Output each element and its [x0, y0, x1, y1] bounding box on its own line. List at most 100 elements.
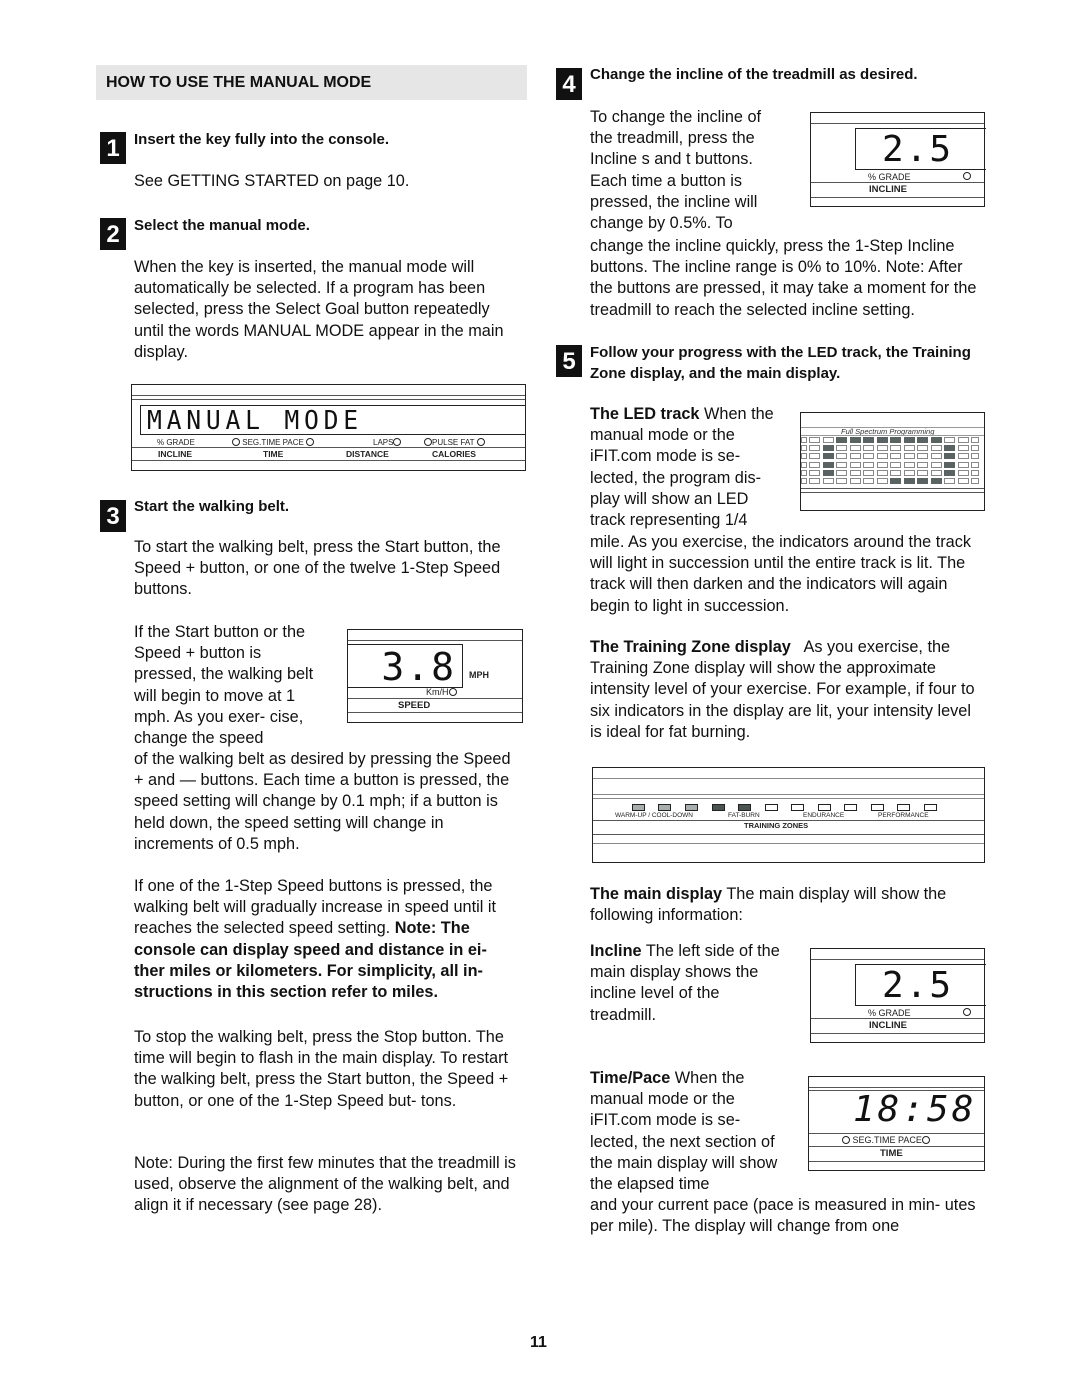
- grade-indicator-icon-2: [963, 1008, 971, 1017]
- led-cell: [890, 469, 901, 476]
- led-cell: [957, 469, 969, 476]
- led-cell: [863, 478, 874, 484]
- main-display-panel: MANUAL MODE % GRADE SEG.TIME PACE LAPS P…: [131, 384, 526, 471]
- led-cell: [890, 461, 901, 468]
- led-cell: [944, 437, 955, 443]
- led-cell: [809, 453, 820, 460]
- led-cell-edge: [801, 478, 807, 484]
- incline-readout: 2.5: [882, 129, 954, 170]
- led-track-text-cont: mile. As you exercise, the indicators ar…: [590, 533, 971, 615]
- led-cell-edge: [971, 453, 979, 460]
- incline-display-panel: 2.5 % GRADE INCLINE: [810, 112, 986, 207]
- led-cell: [917, 437, 928, 443]
- led-cell: [944, 478, 955, 484]
- led-cell: [917, 453, 928, 460]
- led-track-panel: Full Spectrum Programming: [800, 412, 985, 511]
- step-3-para-6: Note: During the first few minutes that …: [134, 1154, 516, 1215]
- pulse-fat-label: PULSE FAT: [424, 438, 485, 447]
- step-3-para-3: of the walking belt as desired by pressi…: [134, 750, 511, 853]
- incline-section-label: INCLINE: [869, 184, 907, 195]
- training-zone-led: [871, 804, 884, 811]
- led-cell: [944, 461, 955, 468]
- incline-section-label: INCLINE: [158, 449, 192, 459]
- led-cell: [822, 453, 834, 460]
- grade-indicator-icon: [963, 172, 971, 181]
- time-section-label: TIME: [880, 1148, 903, 1159]
- section-title: HOW TO USE THE MANUAL MODE: [106, 74, 372, 91]
- zone-performance-label: PERFORMANCE: [878, 812, 929, 819]
- distance-section-label: DISTANCE: [346, 449, 389, 459]
- training-zone-led: [658, 804, 671, 811]
- led-cell: [863, 445, 874, 452]
- step-3-para-5: To stop the walking belt, press the Stop…: [134, 1028, 509, 1110]
- led-cell: [836, 437, 847, 443]
- step-3-heading: Start the walking belt.: [134, 498, 290, 515]
- led-cell: [822, 445, 834, 452]
- led-cell: [849, 478, 861, 484]
- led-cell-edge: [971, 437, 979, 443]
- led-cell: [890, 478, 901, 484]
- led-cell-edge: [801, 453, 807, 460]
- mph-label: MPH: [469, 670, 489, 680]
- step-2-text: When the key is inserted, the manual mod…: [134, 258, 504, 361]
- step-number-2: 2: [100, 218, 126, 250]
- time-readout: 18:58: [853, 1089, 977, 1130]
- led-cell: [876, 437, 888, 443]
- led-cell: [917, 478, 928, 484]
- training-zone-led: [844, 804, 857, 811]
- incline-display-panel-2: 2.5 % GRADE INCLINE: [810, 948, 986, 1043]
- led-cell: [957, 445, 969, 452]
- led-cell: [876, 478, 888, 484]
- step-5-heading: Follow your progress with the LED track,…: [590, 344, 971, 382]
- led-cell: [890, 437, 901, 443]
- grade-label: % GRADE: [157, 438, 195, 447]
- led-cell: [930, 478, 942, 484]
- led-cell: [822, 437, 834, 443]
- led-cell: [836, 478, 847, 484]
- led-cell-edge: [971, 461, 979, 468]
- laps-label: LAPS: [373, 438, 402, 447]
- time-pace-text-cont: and your current pace (pace is measured …: [590, 1196, 976, 1236]
- step-1-text: See GETTING STARTED on page 10.: [134, 172, 410, 190]
- training-zone-led: [712, 804, 725, 811]
- step-3-para-2: If the Start button or the Speed + butto…: [134, 623, 314, 748]
- led-cell: [863, 461, 874, 468]
- led-cell: [930, 469, 942, 476]
- led-cell: [957, 478, 969, 484]
- time-section-label: TIME: [263, 449, 284, 459]
- training-zone-led: [791, 804, 804, 811]
- training-zone-led: [924, 804, 937, 811]
- incline-readout-2: 2.5: [882, 965, 954, 1006]
- led-cell: [809, 478, 820, 484]
- training-zones-panel: WARM-UP / COOL-DOWN FAT-BURN ENDURANCE P…: [592, 767, 985, 863]
- section-title-bar: HOW TO USE THE MANUAL MODE: [96, 65, 527, 100]
- led-cell: [849, 445, 861, 452]
- led-cell: [849, 469, 861, 476]
- training-zone-led: [818, 804, 831, 811]
- kmh-label: Km/H: [426, 687, 457, 697]
- incline-text: Incline The left side of the main displa…: [590, 942, 780, 1024]
- step-number-3: 3: [100, 500, 126, 532]
- led-track-text: The LED track When the manual mode or th…: [590, 405, 774, 530]
- led-cell: [944, 453, 955, 460]
- led-cell-edge: [801, 437, 807, 443]
- zone-warmup-label: WARM-UP / COOL-DOWN: [615, 812, 693, 819]
- speed-display-panel: 3.8 MPH Km/H SPEED: [347, 629, 523, 723]
- speed-readout: 3.8: [381, 645, 456, 689]
- led-cell: [903, 478, 915, 484]
- training-zone-led: [738, 804, 751, 811]
- led-cell: [822, 461, 834, 468]
- led-cell-edge: [971, 469, 979, 476]
- led-cell: [809, 469, 820, 476]
- led-cell-edge: [801, 469, 807, 476]
- incline-section-label-2: INCLINE: [869, 1020, 907, 1031]
- speed-section-label: SPEED: [398, 700, 431, 711]
- calories-section-label: CALORIES: [432, 449, 476, 459]
- led-cell: [863, 437, 874, 443]
- led-cell: [917, 461, 928, 468]
- led-cell: [930, 453, 942, 460]
- step-4-para-1: To change the incline of the treadmill, …: [590, 108, 762, 233]
- incline-display-lcd-2: 2.5: [855, 964, 986, 1006]
- led-cell: [876, 461, 888, 468]
- training-zone-led: [685, 804, 698, 811]
